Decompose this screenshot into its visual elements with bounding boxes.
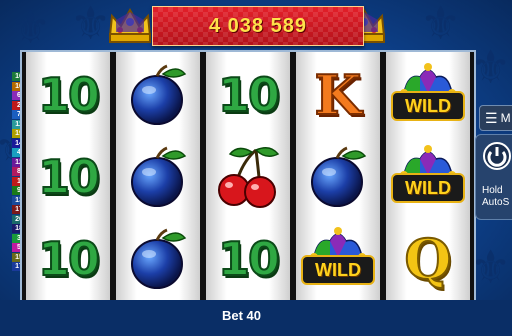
plum-icon <box>296 136 380 218</box>
hold-autostart-button[interactable]: Hold AutoS <box>475 134 512 220</box>
reel-cell: Q <box>386 218 470 300</box>
jester-hat-icon: WILD <box>389 63 467 127</box>
wild-label: WILD <box>301 255 375 285</box>
symbol-q: Q <box>403 226 452 292</box>
menu-icon: ☰ <box>485 109 498 126</box>
hold-autostart-label: Hold AutoS <box>482 185 510 208</box>
reel-cell: K <box>296 54 380 136</box>
reel-cell: 10 <box>26 218 110 300</box>
jackpot-banner: 4 038 589 <box>152 6 364 46</box>
symbol-10: 10 <box>217 231 281 287</box>
bet-label: Bet 40 <box>222 308 262 323</box>
fleur-de-lis-icon: ⚜ <box>10 1 52 53</box>
plum-icon <box>116 218 200 300</box>
wild-symbol: WILD <box>296 218 380 300</box>
menu-button[interactable]: ☰ M <box>479 105 512 131</box>
reel-4: K WILD <box>296 52 380 300</box>
menu-label: M <box>500 111 511 125</box>
reel-1: 10 10 10 <box>26 52 110 300</box>
plum-icon <box>116 136 200 218</box>
jester-hat-icon: WILD <box>299 227 377 291</box>
reel-cell: 10 <box>26 54 110 136</box>
fleur-de-lis-icon: ⚜ <box>420 0 462 49</box>
jester-hat-icon: WILD <box>389 145 467 209</box>
wild-label: WILD <box>391 91 465 121</box>
plum-icon <box>116 54 200 136</box>
reel-2 <box>116 52 200 300</box>
symbol-10: 10 <box>37 231 101 287</box>
wild-symbol: WILD <box>386 54 470 136</box>
reel-5: WILD WILD Q <box>386 52 470 300</box>
wild-label: WILD <box>391 173 465 203</box>
reel-3: 10 10 <box>206 52 290 300</box>
symbol-10: 10 <box>37 149 101 205</box>
jackpot-value: 4 038 589 <box>209 14 307 37</box>
reel-cell: 10 <box>206 218 290 300</box>
crown-icon <box>108 7 152 43</box>
reel-cell: 10 <box>26 136 110 218</box>
symbol-10: 10 <box>37 67 101 123</box>
fleur-de-lis-icon: ⚜ <box>470 41 512 93</box>
power-icon <box>483 142 511 170</box>
wild-symbol: WILD <box>386 136 470 218</box>
fleur-de-lis-icon: ⚜ <box>470 241 512 293</box>
cherries-icon <box>206 136 290 218</box>
symbol-k: K <box>314 62 363 128</box>
symbol-10: 10 <box>217 67 281 123</box>
reel-area: 10 10 10 10 10 K WILD WILD WILD Q <box>20 50 476 302</box>
reel-cell: 10 <box>206 54 290 136</box>
